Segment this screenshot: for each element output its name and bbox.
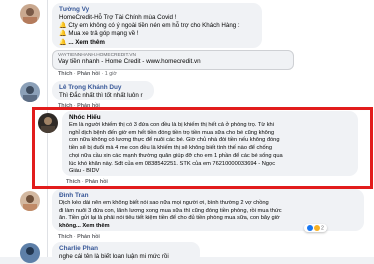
reaction-count: 2 — [321, 225, 324, 232]
comment-bubble: Lê Trọng Khánh Duy Thì Đắc nhất thì tốt … — [52, 81, 154, 100]
sad-reaction-icon — [314, 225, 320, 231]
comment-text-line: 🔔 Mua xe trả góp mạng về ! — [59, 30, 139, 38]
comment-text-line: nghe cái tên là biết loan luận mi mức rồ… — [59, 253, 169, 260]
avatar[interactable] — [20, 4, 40, 24]
like-reaction-icon — [307, 225, 313, 231]
like-button[interactable]: Thích — [58, 71, 72, 77]
user-photo-icon — [26, 247, 34, 255]
comment-text-line: Dịch kéo dài nên em không biết nói sao n… — [59, 200, 269, 206]
comment-timestamp: 1 giờ — [104, 71, 117, 77]
user-photo-icon — [23, 195, 37, 211]
link-domain: VAYTIENNHANH.HOMECREDIT.VN — [58, 53, 136, 58]
comment-author[interactable]: Charlie Phan — [59, 245, 193, 253]
highlight-box — [32, 107, 373, 189]
see-more-link[interactable]: 🔔 ... Xem thêm — [59, 39, 255, 47]
comment-text-line: Thì Đắc nhất thì tốt nhất luôn r — [59, 92, 143, 99]
comment-author[interactable]: Đình Tran — [59, 192, 357, 200]
link-title: Vay tiền nhanh - Home Credit - www.homec… — [58, 58, 201, 65]
comment-text-line: ăn. Tiền gửi lại là phải nói tiêu tiết k… — [59, 215, 280, 222]
comment-bubble: Tường Vy HomeCredit-Hỗ Trợ Tài Chính mùa… — [52, 3, 262, 48]
comment-actions: Thích · Phản hồi · 1 giờ — [58, 71, 117, 77]
avatar[interactable] — [20, 82, 40, 102]
reply-button[interactable]: Phản hồi — [77, 234, 100, 240]
comment-bubble: Charlie Phan nghe cái tên là biết loan l… — [52, 242, 200, 264]
link-preview-card[interactable]: VAYTIENNHANH.HOMECREDIT.VN Vay tiền nhan… — [52, 50, 294, 70]
avatar[interactable] — [20, 191, 40, 211]
comment-actions: Thích · Phản hồi — [58, 234, 100, 240]
comment-author[interactable]: Tường Vy — [59, 6, 255, 14]
like-button[interactable]: Thích — [58, 234, 72, 240]
comment-text-line: HomeCredit-Hỗ Trợ Tài Chính mùa Covid ! — [59, 14, 177, 21]
comment-thread: Tường Vy HomeCredit-Hỗ Trợ Tài Chính mùa… — [0, 0, 374, 264]
user-photo-icon — [23, 86, 37, 102]
reply-button[interactable]: Phản hồi — [77, 71, 100, 77]
comment-author[interactable]: Lê Trọng Khánh Duy — [59, 84, 147, 92]
avatar[interactable] — [20, 243, 40, 263]
reaction-summary[interactable]: 2 — [304, 224, 327, 233]
user-photo-icon — [23, 8, 37, 24]
